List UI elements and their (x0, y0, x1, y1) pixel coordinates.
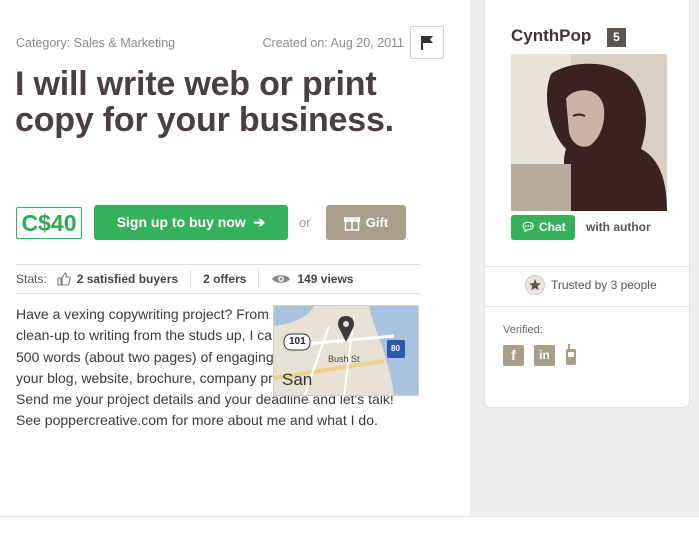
chat-button[interactable]: 💬︎ Chat (511, 215, 575, 240)
avatar-image (511, 54, 667, 211)
trusted-by: Trusted by 3 people (525, 275, 657, 295)
gift-button[interactable]: Gift (326, 205, 406, 240)
report-flag-button[interactable] (410, 26, 444, 59)
thumbs-up-icon (57, 272, 71, 286)
speech-bubble-icon: 💬︎ (520, 220, 536, 234)
created-date: Created on: Aug 20, 2011 (262, 36, 404, 50)
street-label: Bush St (328, 354, 360, 364)
author-card: CynthPop 5 💬︎ Chat with author Trusted b… (484, 0, 691, 408)
star-badge-icon (525, 275, 545, 295)
facebook-icon: f (503, 344, 524, 366)
views-stat: 149 views (271, 272, 353, 286)
stats-divider (190, 270, 192, 288)
gig-meta-row: Category: Sales & Marketing Created on: … (16, 36, 410, 54)
eye-icon (272, 275, 291, 283)
chat-label: Chat (538, 220, 566, 234)
buy-now-button[interactable]: Sign up to buy now ➔ (94, 205, 288, 240)
author-avatar[interactable] (511, 54, 667, 211)
gift-label: Gift (365, 215, 389, 230)
stats-bar: Stats: 2 satisfied buyers 2 offers 149 v… (16, 264, 420, 294)
with-author-text: with author (586, 220, 651, 234)
highway-101-label: 101 (289, 336, 306, 347)
page-bottom-border (0, 516, 699, 517)
stats-label: Stats: (16, 272, 47, 286)
gig-main-panel: Category: Sales & Marketing Created on: … (0, 0, 470, 516)
location-map[interactable]: 101 80 Bush St San (273, 305, 419, 396)
gift-icon (343, 216, 360, 231)
city-label: San (282, 370, 313, 389)
arrow-right-icon: ➔ (249, 214, 266, 230)
buy-now-label: Sign up to buy now (116, 214, 246, 230)
phone-icon (566, 344, 576, 365)
highway-80-label: 80 (391, 344, 400, 353)
offers-text: 2 offers (203, 272, 247, 286)
author-name[interactable]: CynthPop (511, 26, 591, 46)
satisfied-buyers-stat: 2 satisfied buyers (57, 272, 178, 286)
price-tag: C$40 (16, 207, 82, 239)
category-label[interactable]: Category: Sales & Marketing (16, 36, 175, 50)
gig-title: I will write web or print copy for your … (15, 65, 394, 139)
stats-divider (258, 270, 260, 288)
satisfied-buyers-text: 2 satisfied buyers (76, 272, 179, 286)
verified-icons: f in (503, 344, 577, 366)
or-text: or (299, 215, 311, 230)
offers-stat: 2 offers (203, 272, 246, 286)
card-divider (485, 266, 691, 267)
card-divider (485, 306, 691, 307)
trusted-by-text: Trusted by 3 people (551, 278, 657, 292)
linkedin-icon: in (534, 344, 555, 366)
author-level-badge: 5 (607, 28, 626, 47)
views-text: 149 views (297, 272, 354, 286)
verified-label: Verified: (503, 324, 543, 336)
flag-icon (421, 35, 433, 50)
